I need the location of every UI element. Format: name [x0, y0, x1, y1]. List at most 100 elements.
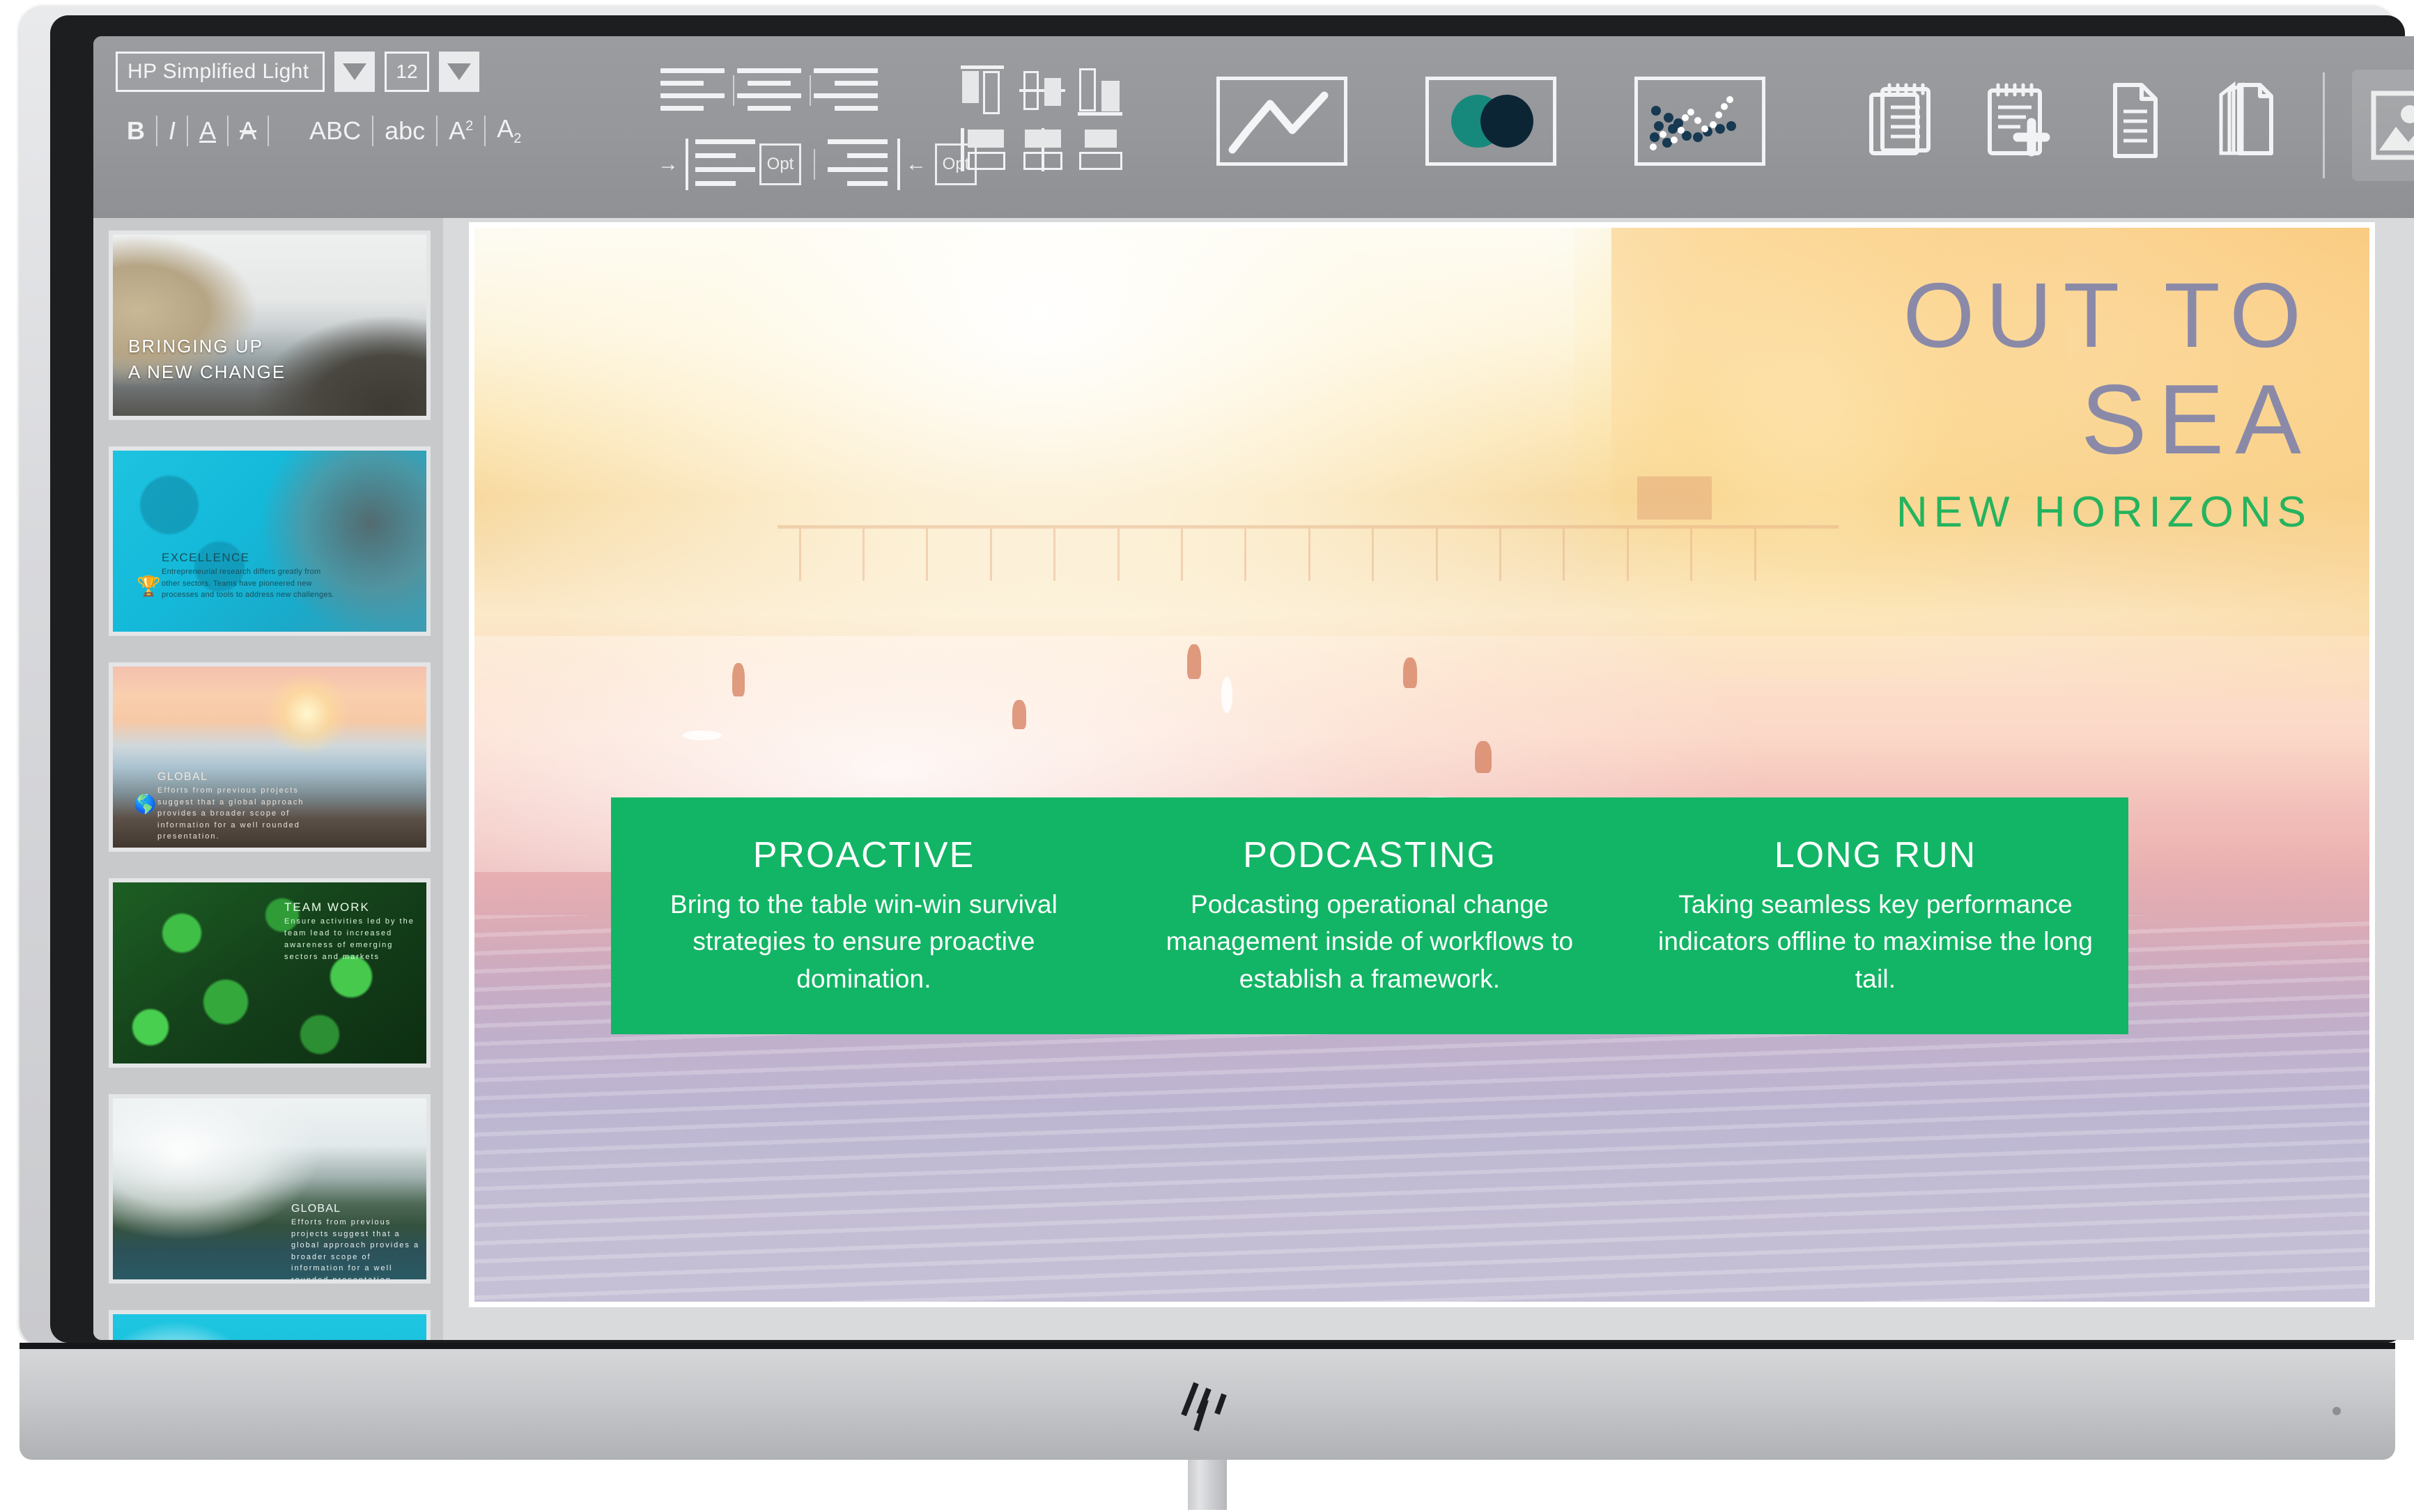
globe-icon: 🌎 [134, 793, 158, 814]
thumbnail-preview [113, 1314, 426, 1340]
italic-button[interactable]: I [157, 118, 187, 143]
page-title-line2: SEA [2080, 364, 2312, 475]
chevron-down-icon [447, 63, 471, 80]
thumbnail-title: GLOBAL [157, 771, 208, 783]
thumbnail-caption: BRINGING UP A NEW CHANGE [128, 334, 286, 385]
page-subtitle: NEW HORIZONS [1896, 488, 2312, 536]
thumbnail-caption-line2: A NEW CHANGE [128, 361, 286, 383]
line-chart-icon[interactable] [1216, 77, 1347, 166]
indent-opt-button[interactable]: Opt [759, 143, 801, 185]
indent-decrease-icon[interactable] [828, 135, 892, 194]
feature-column: PODCASTING Podcasting operational change… [1117, 797, 1623, 1034]
notepad-add-glyph [1988, 83, 2050, 157]
slide-canvas[interactable]: OUT TO SEA NEW HORIZONS PROACTIVE Bring … [474, 228, 2369, 1302]
chevron-down-icon [343, 63, 366, 80]
list-item[interactable]: BRINGING UP A NEW CHANGE [109, 231, 431, 420]
thumbnail-title: EXCELLENCE [162, 551, 250, 564]
surfboard [683, 730, 722, 740]
uppercase-button[interactable]: ABC [298, 118, 372, 143]
thumbnail-body: Efforts from previous projects suggest t… [291, 1218, 420, 1279]
font-name-dropdown[interactable] [334, 52, 375, 92]
thumbnail-body: Efforts from previous projects suggest t… [157, 786, 304, 841]
scatter-plot-glyph [1650, 96, 1736, 150]
surfboard [1221, 676, 1232, 713]
thumbnail-body: Entrepreneurial research differs greatly… [162, 568, 334, 599]
superscript-button[interactable]: A2 [438, 118, 484, 143]
superscript-digit: 2 [465, 118, 474, 134]
font-size-input[interactable]: 12 [385, 52, 429, 92]
feature-title: LONG RUN [1774, 834, 1977, 875]
thumbnail-title: TEAM WORK [284, 901, 370, 914]
slide-thumbnail-panel[interactable]: BRINGING UP A NEW CHANGE EXCELLENCE Entr… [93, 218, 443, 1340]
feature-column: PROACTIVE Bring to the table win-win sur… [611, 797, 1117, 1034]
thumbnail-caption-line1: BRINGING UP [128, 336, 263, 357]
list-item[interactable]: TEAM WORK Ensure activities led by the t… [109, 878, 431, 1068]
feature-body: Taking seamless key performance indicato… [1657, 889, 2094, 993]
surfer [1475, 741, 1492, 774]
outdent-arrow-left-icon: ← [906, 153, 927, 176]
outdent-guide [897, 139, 900, 190]
font-name-input[interactable]: HP Simplified Light [116, 52, 325, 92]
indent-increase-icon[interactable] [695, 135, 759, 194]
distribute-right-icon[interactable] [1078, 128, 1125, 171]
surfer [1402, 657, 1417, 688]
hp-logo [1181, 1382, 1227, 1432]
venn-circles-icon[interactable] [1425, 77, 1556, 166]
pier-silhouette [777, 476, 1839, 582]
image-icon[interactable] [2352, 70, 2414, 181]
screen: HP Simplified Light 12 B I A A ABC abc A… [93, 36, 2414, 1340]
distribute-center-icon[interactable] [1019, 128, 1067, 171]
subscript-base: A [497, 114, 514, 143]
arrange-group [961, 65, 1135, 191]
notepad-add-icon[interactable] [1983, 79, 2052, 162]
document-icon[interactable] [2098, 79, 2168, 162]
slide-title-block[interactable]: OUT TO SEA NEW HORIZONS [1896, 270, 2312, 543]
line-chart-glyph [1228, 91, 1329, 154]
list-item[interactable] [109, 1310, 431, 1340]
feature-title: PROACTIVE [752, 834, 975, 875]
font-size-dropdown[interactable] [439, 52, 479, 92]
trophy-icon: 🏆 [137, 575, 162, 597]
align-top-icon[interactable] [961, 65, 1008, 116]
align-left-icon[interactable] [658, 64, 733, 117]
surfer [732, 662, 745, 696]
monitor-bezel: HP Simplified Light 12 B I A A ABC abc A… [50, 15, 2414, 1343]
divider [268, 116, 270, 146]
lowercase-button[interactable]: abc [373, 118, 436, 143]
copy-pages-glyph [2219, 81, 2273, 155]
subscript-button[interactable]: A2 [486, 116, 532, 146]
align-right-icon[interactable] [811, 64, 886, 117]
indent-arrow-right-icon: → [658, 153, 679, 176]
document-glyph [2113, 83, 2158, 158]
power-led [2332, 1407, 2341, 1415]
bold-button[interactable]: B [116, 118, 156, 143]
list-item[interactable]: GLOBAL Efforts from previous projects su… [109, 1094, 431, 1284]
toolbar: HP Simplified Light 12 B I A A ABC abc A… [93, 36, 2414, 218]
surfer [1012, 700, 1027, 730]
thumbnail-preview: GLOBAL Efforts from previous projects su… [113, 667, 426, 848]
divider [2323, 72, 2325, 178]
image-glyph [2371, 91, 2414, 160]
notepad-icon[interactable] [1868, 79, 1938, 162]
indent-guide [686, 139, 688, 190]
superscript-base: A [449, 116, 466, 145]
monitor-stand-neck [1187, 1460, 1227, 1510]
divider [814, 149, 815, 180]
feature-bar[interactable]: PROACTIVE Bring to the table win-win sur… [611, 797, 2128, 1034]
subscript-digit: 2 [513, 131, 522, 147]
list-item[interactable]: GLOBAL Efforts from previous projects su… [109, 662, 431, 852]
workspace: BRINGING UP A NEW CHANGE EXCELLENCE Entr… [93, 218, 2414, 1340]
distribute-left-icon[interactable] [961, 128, 1008, 171]
align-bottom-icon[interactable] [1078, 65, 1125, 116]
align-center-icon[interactable] [734, 64, 810, 117]
strikethrough-button[interactable]: A [229, 118, 268, 143]
align-middle-icon[interactable] [1019, 65, 1067, 116]
feature-body: Podcasting operational change management… [1166, 889, 1574, 993]
monitor-stand-base [20, 1343, 2395, 1460]
copy-pages-icon[interactable] [2211, 79, 2281, 162]
thumbnail-preview: GLOBAL Efforts from previous projects su… [113, 1098, 426, 1279]
underline-button[interactable]: A [188, 118, 227, 143]
feature-body: Bring to the table win-win survival stra… [670, 889, 1058, 993]
list-item[interactable]: EXCELLENCE Entrepreneurial research diff… [109, 446, 431, 636]
scatter-plot-icon[interactable] [1634, 77, 1765, 166]
